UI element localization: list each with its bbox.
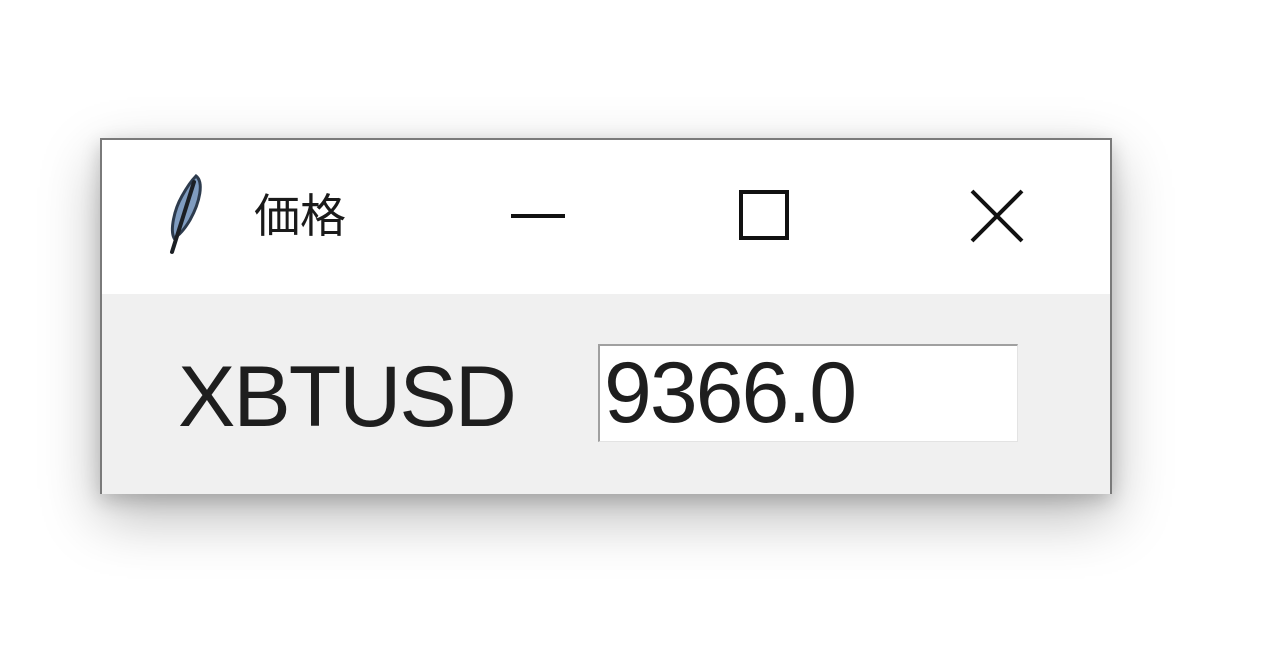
minimize-icon (511, 214, 565, 218)
close-button[interactable] (942, 166, 1052, 266)
close-icon (970, 189, 1024, 243)
window-title: 価格 (254, 189, 346, 243)
client-area: XBTUSD (102, 294, 1110, 494)
maximize-icon (739, 190, 789, 240)
price-window: 価格 XBTUSD (100, 138, 1112, 494)
title-bar[interactable]: 価格 (102, 140, 1110, 294)
feather-icon (160, 172, 210, 262)
price-entry[interactable] (598, 344, 1018, 442)
maximize-button[interactable] (710, 166, 820, 266)
minimize-button[interactable] (484, 166, 594, 266)
symbol-label: XBTUSD (178, 349, 517, 445)
